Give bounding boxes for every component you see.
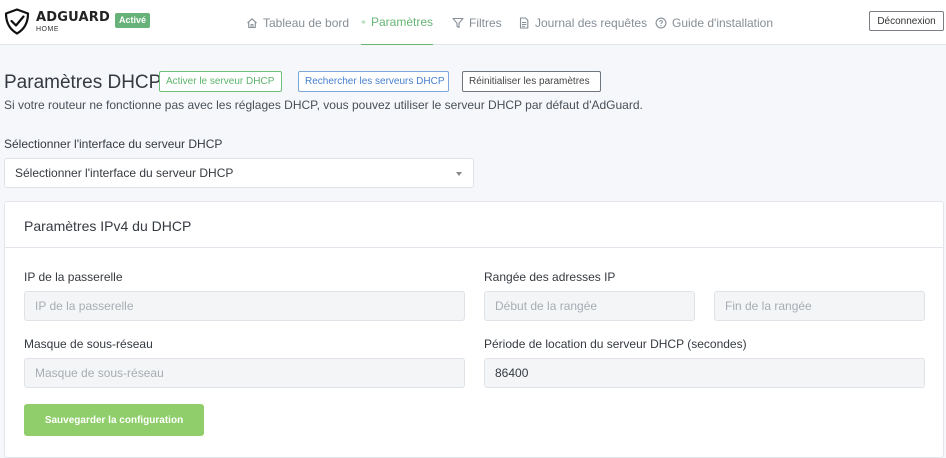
gateway-input[interactable]: IP de la passerelle [24,291,465,321]
gear-icon [361,20,366,24]
status-badge: Activé [115,13,151,28]
nav-filters-label: Filtres [469,15,502,30]
ipv4-settings-card: Paramètres IPv4 du DHCP IP de la passere… [4,201,944,458]
filter-icon [452,17,464,28]
reset-settings-button[interactable]: Réinitialiser les paramètres [462,71,601,92]
help-circle-icon [655,17,667,28]
shield-check-icon [4,8,30,35]
nav-settings-label: Paramètres [370,15,433,29]
card-title: Paramètres IPv4 du DHCP [24,218,192,234]
subnet-mask-input[interactable]: Masque de sous-réseau [24,358,465,388]
nav-dashboard-label: Tableau de bord [263,15,350,30]
logout-button[interactable]: Déconnexion [869,11,944,31]
range-start-placeholder: Début de la rangée [495,299,598,313]
brand-text: ADGUARD HOME [36,11,110,33]
interface-select-label: Sélectionner l'interface du serveur DHCP [4,137,223,151]
page-title: Paramètres DHCP [4,72,162,93]
nav-setup-guide[interactable]: Guide d'installation [655,0,773,45]
lease-duration-input[interactable]: 86400 [484,358,925,388]
nav-dashboard[interactable]: Tableau de bord [246,0,349,45]
document-icon [519,16,529,29]
search-dhcp-servers-button[interactable]: Rechercher les serveurs DHCP [298,71,449,92]
gateway-label: IP de la passerelle [24,270,123,284]
interface-select-value: Sélectionner l'interface du serveur DHCP [15,166,234,180]
caret-down-icon [456,172,462,176]
nav-filters[interactable]: Filtres [452,0,502,45]
nav-query-log-label: Journal des requêtes [535,15,648,30]
range-start-input[interactable]: Début de la rangée [484,291,695,321]
lease-duration-label: Période de location du serveur DHCP (sec… [484,337,747,351]
interface-select[interactable]: Sélectionner l'interface du serveur DHCP [4,158,474,188]
nav-settings[interactable]: Paramètres [361,0,433,45]
page-description: Si votre routeur ne fonctionne pas avec … [4,98,643,112]
gateway-placeholder: IP de la passerelle [35,299,134,313]
home-icon [247,17,257,28]
lease-duration-value: 86400 [495,366,529,380]
brand-title: ADGUARD [36,9,110,25]
nav-query-log[interactable]: Journal des requêtes [518,0,647,45]
enable-dhcp-button[interactable]: Activer le serveur DHCP [159,71,282,92]
range-end-placeholder: Fin de la rangée [725,299,812,313]
subnet-mask-placeholder: Masque de sous-réseau [35,366,164,380]
save-config-button[interactable]: Sauvegarder la configuration [24,404,204,436]
top-header: ADGUARD HOME Activé Tableau de bord Para… [0,0,946,45]
range-end-input[interactable]: Fin de la rangée [714,291,925,321]
ip-range-label: Rangée des adresses IP [484,270,616,284]
brand-logo[interactable]: ADGUARD HOME [4,8,110,35]
subnet-mask-label: Masque de sous-réseau [24,337,153,351]
brand-subtitle: HOME [36,25,59,33]
nav-setup-guide-label: Guide d'installation [672,15,774,30]
card-header: Paramètres IPv4 du DHCP [5,202,943,248]
